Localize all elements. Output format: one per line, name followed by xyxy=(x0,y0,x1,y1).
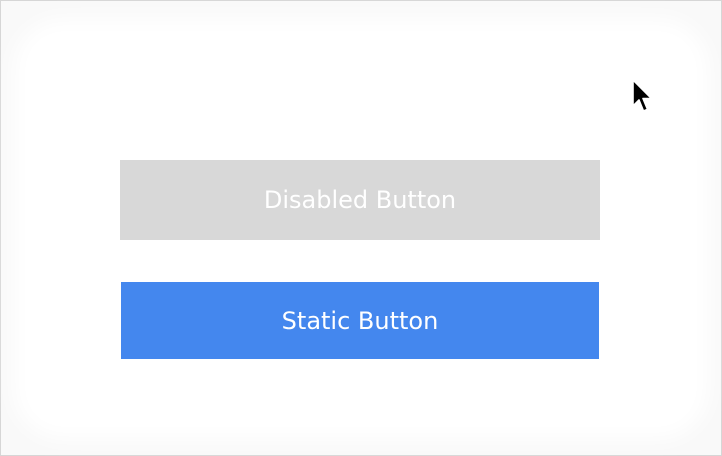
static-button[interactable]: Static Button xyxy=(121,282,599,359)
disabled-button: Disabled Button xyxy=(120,160,600,240)
mouse-pointer-icon xyxy=(632,79,653,112)
window-frame: Disabled Button Static Button xyxy=(0,0,722,456)
